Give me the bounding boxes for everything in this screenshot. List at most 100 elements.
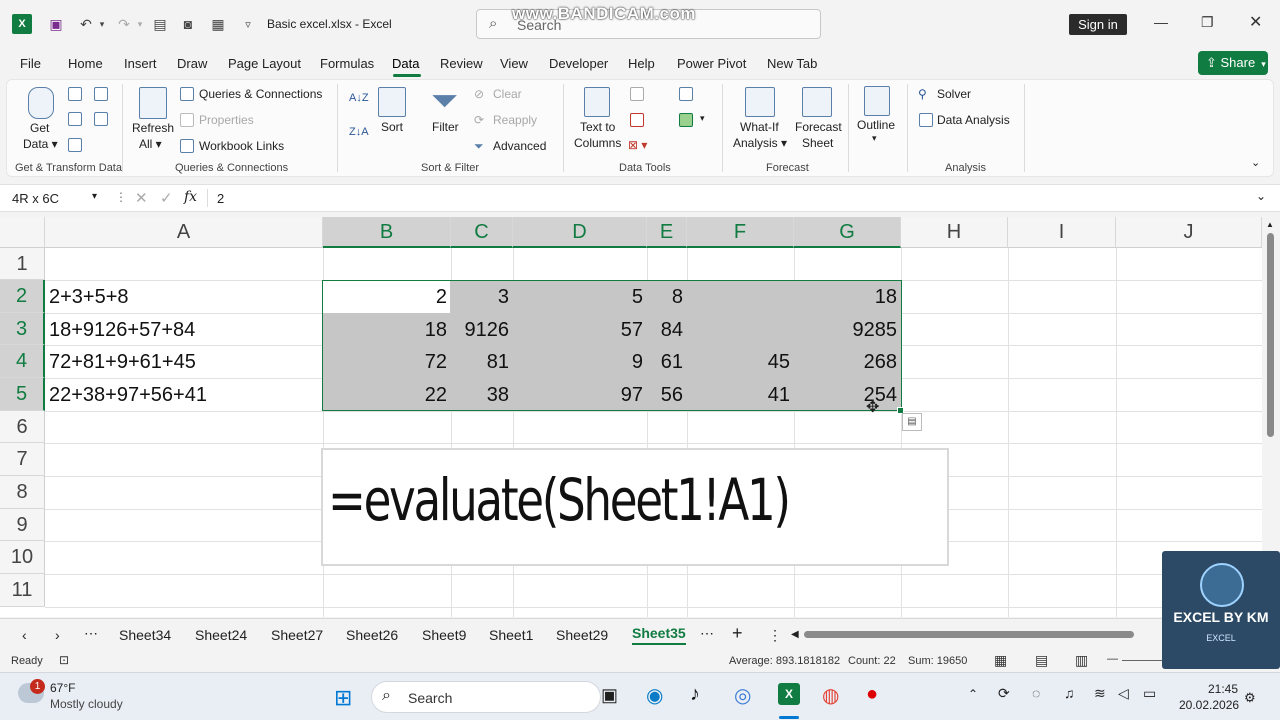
get-data-icon[interactable]: [28, 87, 54, 119]
weather-condition[interactable]: Mostly cloudy: [50, 697, 123, 711]
sort-icon[interactable]: [378, 87, 406, 117]
column-header-b[interactable]: B: [323, 217, 451, 248]
sheet-tab[interactable]: Sheet24: [195, 627, 247, 643]
sort-za-icon[interactable]: Z↓A: [349, 126, 369, 138]
solver-icon[interactable]: ⚲: [918, 87, 927, 101]
status-sum[interactable]: Sum: 19650: [908, 655, 967, 667]
cell-a4[interactable]: 72+81+9+61+45: [45, 346, 323, 378]
sort-az-icon[interactable]: A↓Z: [349, 92, 369, 104]
what-if-analysis-button[interactable]: Analysis ▾: [733, 136, 787, 150]
column-header-i[interactable]: I: [1008, 217, 1116, 248]
column-header-j[interactable]: J: [1116, 217, 1262, 248]
vertical-scroll-thumb[interactable]: [1267, 233, 1274, 437]
row-header-10[interactable]: 10: [0, 541, 45, 574]
cell-a3[interactable]: 18+9126+57+84: [45, 314, 323, 346]
tabs-more-left-icon[interactable]: ⋯: [84, 625, 98, 642]
insert-function-icon[interactable]: fx: [184, 189, 197, 205]
start-icon[interactable]: ⊞: [334, 685, 352, 711]
cell-e3[interactable]: 84: [647, 314, 687, 346]
formula-input[interactable]: 2: [217, 191, 224, 206]
outline-button[interactable]: Outline: [857, 118, 895, 132]
menu-file[interactable]: File: [20, 56, 41, 71]
menu-review[interactable]: Review: [440, 56, 483, 71]
cell-g4[interactable]: 268: [794, 346, 901, 378]
sheet-tab-active[interactable]: Sheet35: [632, 625, 686, 645]
filter-icon[interactable]: ⏷: [431, 82, 458, 121]
text-to-columns-label-2[interactable]: Columns: [574, 136, 621, 150]
column-header-f[interactable]: F: [687, 217, 794, 248]
data-validation-icon[interactable]: ⊠ ▾: [628, 138, 647, 152]
quick-analysis-icon[interactable]: ▤: [902, 413, 922, 431]
forecast-sheet-icon[interactable]: [802, 87, 832, 117]
menu-draw[interactable]: Draw: [177, 56, 207, 71]
cell-d3[interactable]: 57: [513, 314, 647, 346]
get-data-button[interactable]: Data ▾: [23, 137, 58, 151]
row-header-3[interactable]: 3: [0, 313, 45, 345]
workbook-links-button[interactable]: Workbook Links: [199, 139, 284, 153]
tiktok-icon[interactable]: ♪: [690, 683, 700, 706]
page-layout-view-icon[interactable]: ▤: [1035, 652, 1048, 669]
chrome-icon[interactable]: ◍: [822, 683, 839, 708]
hscroll-left-icon[interactable]: ◀: [791, 629, 799, 640]
queries-connections-button[interactable]: Queries & Connections: [199, 87, 322, 101]
outline-icon[interactable]: [864, 86, 890, 116]
row-header-7[interactable]: 7: [0, 443, 45, 476]
save-icon[interactable]: ▣: [46, 14, 66, 34]
refresh-all-icon[interactable]: [139, 87, 167, 119]
menu-view[interactable]: View: [500, 56, 528, 71]
menu-developer[interactable]: Developer: [549, 56, 608, 71]
table-icon[interactable]: ▦: [208, 14, 228, 34]
redo-dropdown-icon[interactable]: ▾: [130, 14, 150, 34]
name-box-dropdown-icon[interactable]: ▾: [92, 191, 97, 202]
scroll-up-icon[interactable]: ▲: [1266, 220, 1274, 229]
sheet-tab[interactable]: Sheet27: [271, 627, 323, 643]
weather-temp[interactable]: 67°F: [50, 681, 75, 695]
taskbar-search[interactable]: ⌕ Search: [371, 681, 601, 713]
row-header-4[interactable]: 4: [0, 345, 45, 378]
close-icon[interactable]: ✕: [1249, 12, 1262, 32]
existing-connections-icon[interactable]: [68, 138, 82, 152]
cell-e2[interactable]: 8: [647, 281, 687, 313]
normal-view-icon[interactable]: ▦: [994, 652, 1007, 669]
from-web-icon[interactable]: [94, 87, 108, 101]
forecast-label-2[interactable]: Sheet: [802, 136, 833, 150]
cell-b2[interactable]: 2: [323, 281, 451, 313]
cell-f3[interactable]: [687, 314, 794, 346]
zoom-out-icon[interactable]: —: [1107, 653, 1118, 665]
microphone-icon[interactable]: ♫: [1064, 685, 1075, 701]
select-all-corner[interactable]: [0, 217, 45, 248]
workbook-links-icon[interactable]: [180, 139, 194, 153]
row-header-5[interactable]: 5: [0, 378, 45, 411]
tray-sync-icon[interactable]: ⟳: [998, 685, 1010, 702]
menu-insert[interactable]: Insert: [124, 56, 157, 71]
column-header-g[interactable]: G: [794, 217, 901, 248]
customize-qat-icon[interactable]: ▿: [238, 14, 258, 34]
row-header-9[interactable]: 9: [0, 509, 45, 541]
cell-c5[interactable]: 38: [451, 379, 513, 411]
remove-duplicates-icon[interactable]: [630, 113, 644, 127]
row-header-1[interactable]: 1: [0, 248, 45, 280]
horizontal-scroll-thumb[interactable]: [804, 631, 1134, 638]
cell-b5[interactable]: 22: [323, 379, 451, 411]
cell-a5[interactable]: 22+38+97+56+41: [45, 379, 323, 411]
data-analysis-icon[interactable]: [919, 113, 933, 127]
undo-dropdown-icon[interactable]: ▾: [92, 14, 112, 34]
from-text-icon[interactable]: [68, 87, 82, 101]
collapse-ribbon-icon[interactable]: ⌄: [1251, 156, 1260, 169]
relationships-dropdown-icon[interactable]: ▾: [700, 113, 705, 124]
cell-f5[interactable]: 41: [687, 379, 794, 411]
menu-page-layout[interactable]: Page Layout: [228, 56, 301, 71]
volume-icon[interactable]: ◁: [1118, 685, 1129, 702]
page-break-view-icon[interactable]: ▥: [1075, 652, 1088, 669]
sheet-tab[interactable]: Sheet9: [422, 627, 466, 643]
cell-d5[interactable]: 97: [513, 379, 647, 411]
cell-d2[interactable]: 5: [513, 281, 647, 313]
zoom-slider[interactable]: [1122, 660, 1162, 661]
cell-g3[interactable]: 9285: [794, 314, 901, 346]
tab-scroll-left-icon[interactable]: ‹: [22, 627, 27, 643]
cell-b3[interactable]: 18: [323, 314, 451, 346]
clock-date[interactable]: 20.02.2026: [1179, 698, 1239, 712]
cell-g2[interactable]: 18: [794, 281, 901, 313]
cell-c3[interactable]: 9126: [451, 314, 513, 346]
sheet-tab[interactable]: Sheet26: [346, 627, 398, 643]
